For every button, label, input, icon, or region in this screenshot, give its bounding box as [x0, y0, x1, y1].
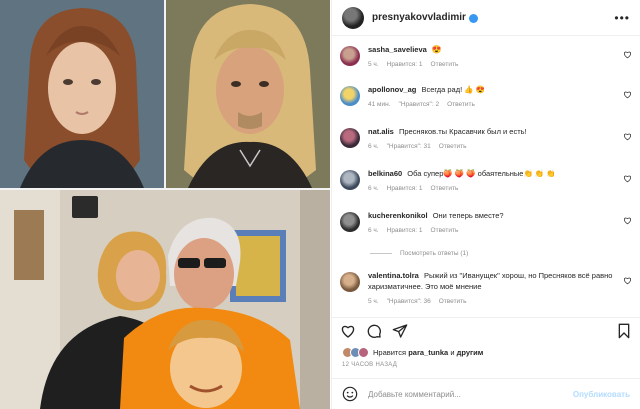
like-comment-heart-icon[interactable] — [623, 216, 632, 225]
post-photo-collage[interactable] — [0, 0, 330, 409]
verified-badge-icon — [468, 14, 478, 23]
more-options-icon[interactable]: ••• — [614, 11, 630, 25]
comment-text: Оба супер🍑 🍑 🍑 обаятельные👏 👏 👏 — [407, 169, 556, 178]
comment-item: sasha_savelieva 😍 5 ч. Нравится: 1 Ответ… — [340, 44, 632, 70]
like-comment-heart-icon[interactable] — [623, 276, 632, 285]
publish-comment-button[interactable]: Опубликовать — [573, 390, 630, 399]
commenter-avatar[interactable] — [340, 128, 360, 148]
comment-bubble-icon[interactable] — [366, 323, 382, 339]
comment-item: valentina.tolra Рыжий из "Иванущек" хоро… — [340, 270, 632, 307]
comment-username[interactable]: belkina60 — [368, 169, 402, 178]
comment-time: 6 ч. — [368, 143, 379, 150]
likes-conjunction: и — [450, 348, 455, 357]
comment-likes[interactable]: "Нравится": 36 — [387, 296, 431, 307]
comment-username[interactable]: kucherenkonikol — [368, 211, 428, 220]
photo-young-portrait-1 — [0, 0, 164, 188]
post-header: presnyakovvladimir ••• — [332, 0, 640, 36]
share-paper-plane-icon[interactable] — [392, 323, 408, 339]
comment-time: 6 ч. — [368, 227, 379, 234]
comment-time: 5 ч. — [368, 298, 379, 305]
liker-avatar — [358, 347, 369, 358]
comment-time: 41 мин. — [368, 101, 391, 108]
like-comment-heart-icon[interactable] — [623, 174, 632, 183]
like-heart-icon[interactable] — [340, 323, 356, 339]
author-avatar[interactable] — [342, 6, 364, 29]
likes-text: Нравится para_tunka и другим — [373, 348, 483, 357]
comment-item: apollonov_ag Всегда рад! 👍 😍 41 мин. "Нр… — [340, 84, 632, 110]
comment-likes[interactable]: "Нравится": 31 — [387, 141, 431, 152]
comment-item: nat.alis Пресняков.ты Красавчик был и ес… — [340, 126, 632, 152]
comment-input[interactable] — [368, 389, 573, 399]
view-replies-label: Посмотреть ответы (1) — [400, 250, 469, 257]
commenter-avatar[interactable] — [340, 212, 360, 232]
comment-username[interactable]: nat.alis — [368, 127, 394, 136]
post-timestamp: 12 ЧАСОВ НАЗАД — [342, 362, 398, 368]
commenter-avatar[interactable] — [340, 170, 360, 190]
reply-link[interactable]: Ответить — [431, 59, 459, 70]
save-bookmark-icon[interactable] — [616, 323, 632, 339]
like-comment-heart-icon[interactable] — [623, 132, 632, 141]
likes-others-link[interactable]: другим — [457, 348, 484, 357]
comment-text: 😍 — [431, 45, 442, 54]
likes-prefix: Нравится — [373, 348, 407, 357]
photo-young-portrait-2 — [166, 0, 330, 188]
comment-username[interactable]: sasha_savelieva — [368, 45, 427, 54]
comment-likes[interactable]: Нравится: 1 — [387, 183, 423, 194]
comment-likes[interactable]: "Нравится": 2 — [399, 99, 440, 110]
reply-link[interactable]: Ответить — [439, 141, 467, 152]
comment-username[interactable]: valentina.tolra — [368, 271, 419, 280]
reply-link[interactable]: Ответить — [431, 225, 459, 236]
post-action-bar — [332, 317, 640, 343]
add-comment-bar: Опубликовать — [332, 378, 640, 409]
comment-time: 6 ч. — [368, 185, 379, 192]
comment-text: Они теперь вместе? — [432, 211, 504, 220]
reply-link[interactable]: Ответить — [447, 99, 475, 110]
comment-item: belkina60 Оба супер🍑 🍑 🍑 обаятельные👏 👏 … — [340, 168, 632, 194]
photo-two-men-hugging — [0, 190, 330, 409]
comment-item: kucherenkonikol Они теперь вместе? 6 ч. … — [340, 210, 632, 236]
comment-time: 5 ч. — [368, 61, 379, 68]
comment-text: Всегда рад! 👍 😍 — [421, 85, 486, 94]
likes-summary[interactable]: Нравится para_tunka и другим — [342, 347, 483, 358]
post-sidebar: presnyakovvladimir ••• sasha_savelieva 😍… — [331, 0, 640, 409]
comment-text: Пресняков.ты Красавчик был и есть! — [398, 127, 527, 136]
like-comment-heart-icon[interactable] — [623, 90, 632, 99]
comment-likes[interactable]: Нравится: 1 — [387, 59, 423, 70]
like-comment-heart-icon[interactable] — [623, 50, 632, 59]
view-replies-link[interactable]: Посмотреть ответы (1) — [370, 250, 468, 257]
comment-likes[interactable]: Нравится: 1 — [387, 225, 423, 236]
emoji-smile-icon[interactable] — [342, 386, 358, 402]
replies-divider-line — [370, 253, 392, 254]
commenter-avatar[interactable] — [340, 272, 360, 292]
reply-link[interactable]: Ответить — [431, 183, 459, 194]
commenter-avatar[interactable] — [340, 86, 360, 106]
liker-username[interactable]: para_tunka — [408, 348, 448, 357]
author-username[interactable]: presnyakovvladimir — [372, 12, 466, 23]
commenter-avatar[interactable] — [340, 46, 360, 66]
comment-username[interactable]: apollonov_ag — [368, 85, 416, 94]
reply-link[interactable]: Ответить — [439, 296, 467, 307]
